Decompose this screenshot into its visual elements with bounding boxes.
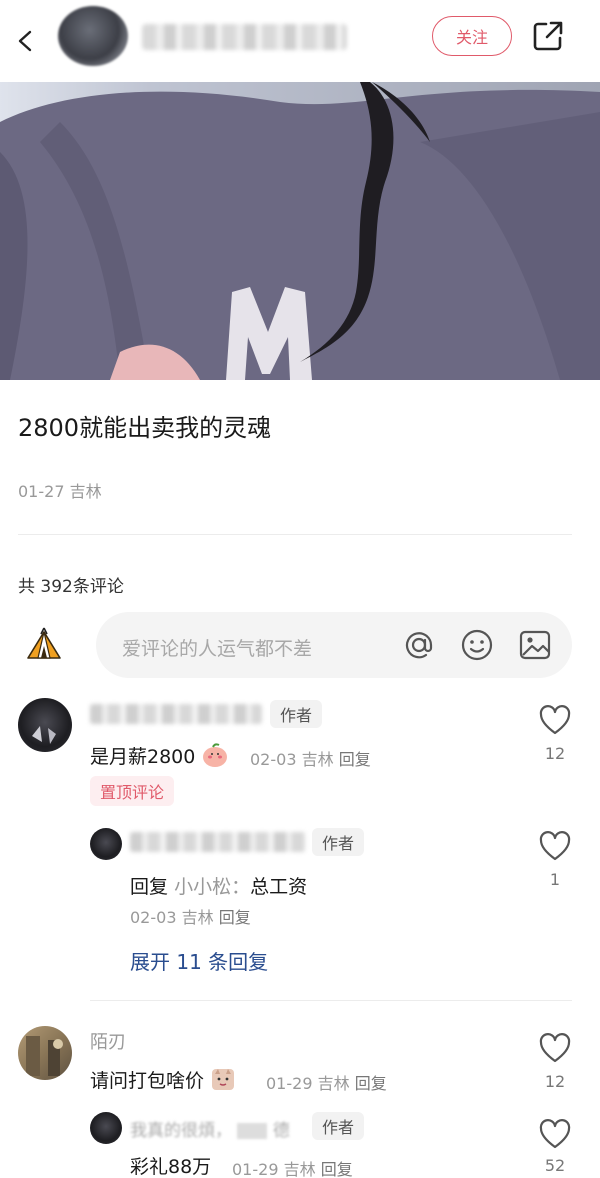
divider: [18, 534, 572, 535]
like-icon[interactable]: [538, 704, 572, 738]
comment-meta: 01-29 吉林 回复: [266, 1070, 387, 1094]
reply-text: 回复 小小松：总工资: [130, 872, 307, 899]
reply-button[interactable]: 回复: [339, 750, 371, 769]
comment-text-content: 请问打包啥价: [90, 1070, 205, 1092]
post-meta: 01-27 吉林: [18, 482, 102, 501]
reply-button[interactable]: 回复: [321, 1160, 353, 1178]
reply-text-content: 总工资: [250, 876, 308, 898]
replier-name-blurred[interactable]: [130, 832, 306, 852]
author-tag: 作者: [312, 1112, 365, 1140]
reply-to-user[interactable]: 小小松：: [174, 876, 250, 898]
replier-name-start: 我真的很煩，: [130, 1121, 232, 1141]
back-icon[interactable]: [10, 26, 40, 56]
comment-text: 请问打包啥价: [90, 1066, 236, 1097]
reply-prefix: 回复: [130, 876, 169, 898]
avatar[interactable]: [90, 828, 122, 860]
comment-count: 共 392条评论: [18, 577, 124, 597]
comment-date: 02-03: [250, 750, 297, 769]
author-name-blurred[interactable]: [142, 24, 347, 50]
peach-emoji-icon: [201, 742, 229, 773]
replier-name-partial[interactable]: 我真的很煩， 德: [130, 1116, 290, 1141]
like-count: 12: [544, 744, 566, 763]
avatar[interactable]: [18, 698, 72, 752]
expand-replies-link[interactable]: 展开 11 条回复: [130, 946, 268, 975]
cat-emoji-icon: [210, 1066, 236, 1097]
like-icon[interactable]: [538, 830, 572, 864]
reply-location: 吉林: [283, 1160, 316, 1178]
replier-name-end: 德: [272, 1121, 290, 1141]
post-title: 2800就能出卖我的灵魂: [18, 414, 272, 442]
commenter-name-blurred[interactable]: [90, 704, 262, 724]
follow-button[interactable]: 关注: [432, 16, 512, 56]
reply-text: 彩礼88万: [130, 1156, 212, 1178]
reply-button[interactable]: 回复: [355, 1074, 387, 1093]
reply-meta: 01-29 吉林 回复: [232, 1156, 353, 1178]
author-tag: 作者: [270, 700, 323, 728]
reply-date: 01-29: [232, 1160, 279, 1178]
pinned-comment-tag: 置顶评论: [90, 776, 175, 806]
share-icon[interactable]: [530, 18, 566, 54]
reply-location: 吉林: [181, 908, 214, 927]
like-count: 1: [549, 870, 561, 889]
comment-text: 是月薪2800: [90, 742, 229, 773]
avatar[interactable]: [18, 1026, 72, 1080]
tent-icon[interactable]: [24, 624, 64, 664]
emoji-icon[interactable]: [458, 626, 496, 664]
like-count: 52: [544, 1156, 566, 1175]
at-mention-icon[interactable]: [400, 626, 438, 664]
author-avatar[interactable]: [58, 6, 128, 66]
comment-date: 01-29: [266, 1074, 313, 1093]
author-tag: 作者: [312, 828, 365, 856]
divider: [90, 1000, 572, 1001]
top-bar: 关注: [0, 0, 600, 82]
like-icon[interactable]: [538, 1032, 572, 1066]
like-count: 12: [544, 1072, 566, 1091]
commenter-name[interactable]: 陌刃: [90, 1028, 126, 1054]
avatar[interactable]: [90, 1112, 122, 1144]
like-icon[interactable]: [538, 1118, 572, 1152]
image-icon[interactable]: [516, 626, 554, 664]
comment-meta: 02-03 吉林 回复: [250, 746, 371, 770]
comment-location: 吉林: [317, 1074, 350, 1093]
reply-meta: 02-03 吉林 回复: [130, 904, 251, 928]
comment-location: 吉林: [301, 750, 334, 769]
reply-date: 02-03: [130, 908, 177, 927]
comment-input[interactable]: 爱评论的人运气都不差: [96, 612, 572, 678]
reply-button[interactable]: 回复: [219, 908, 251, 927]
comment-input-placeholder: 爱评论的人运气都不差: [122, 638, 313, 660]
post-image[interactable]: [0, 82, 600, 380]
comment-text-content: 是月薪2800: [90, 746, 196, 768]
name-redaction: [237, 1123, 268, 1139]
